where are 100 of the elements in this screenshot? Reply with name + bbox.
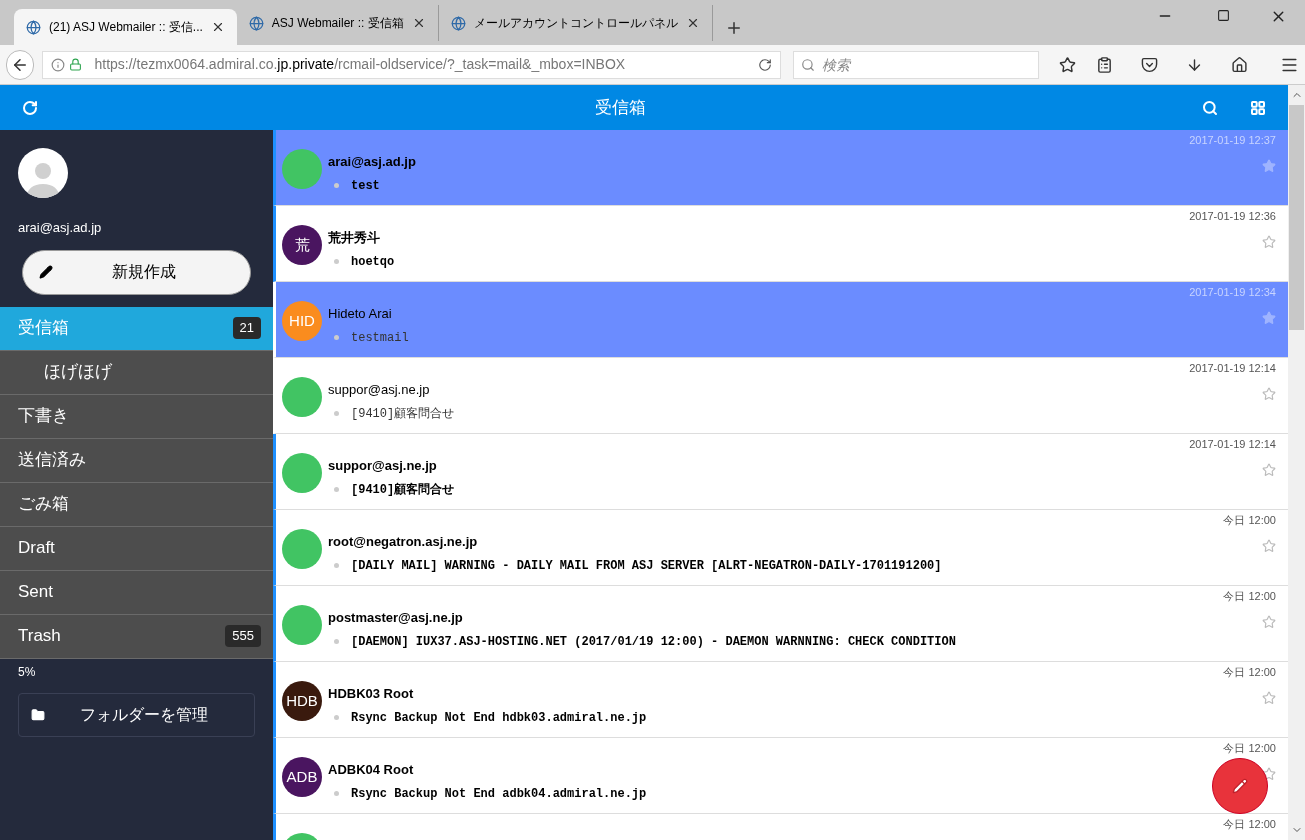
pencil-icon (1232, 778, 1248, 794)
bullet-icon (334, 563, 339, 568)
header-title: 受信箱 (593, 96, 647, 119)
avatar-initials: HID (289, 310, 315, 331)
folder-item[interactable]: ごみ箱 (0, 482, 273, 527)
globe-icon (26, 19, 41, 35)
manage-folders-button[interactable]: フォルダーを管理 (18, 692, 255, 737)
compose-button[interactable]: 新規作成 (22, 249, 251, 295)
quota-text: 5% (17, 663, 37, 681)
sender-name: suppor@asj.ne.jp (328, 381, 431, 399)
folder-name: 受信箱 (18, 317, 70, 340)
browser-tab[interactable]: (21) ASJ Webmailer :: 受信... (14, 9, 237, 45)
star-icon[interactable] (1262, 158, 1276, 173)
message-row[interactable]: ADB ADBK04 Root Rsync Backup Not End adbk04.admiral.ne.jp 今日 12:00 (273, 738, 1288, 814)
browser-tab[interactable]: ASJ Webmailer :: 受信箱 (236, 5, 439, 41)
message-time: 2017-01-19 12:37 (1189, 133, 1276, 148)
maximize-icon[interactable] (1217, 9, 1230, 22)
star-icon[interactable] (1262, 538, 1276, 553)
star-icon[interactable] (1262, 386, 1276, 401)
folder-item[interactable]: ほげほげ (0, 350, 273, 395)
star-icon[interactable] (1262, 462, 1276, 477)
message-time: 今日 12:00 (1223, 589, 1276, 604)
star-icon[interactable] (1262, 766, 1276, 781)
globe-icon (450, 15, 466, 31)
bullet-icon (334, 487, 339, 492)
folder-item[interactable]: 送信済み (0, 438, 273, 483)
sender-name: arai@asj.ad.jp (328, 153, 417, 171)
lock-icon (69, 58, 83, 71)
message-time: 今日 12:00 (1223, 817, 1276, 832)
message-row[interactable]: arai@asj.ad.jp test 2017-01-19 12:37 (273, 130, 1288, 206)
refresh-icon[interactable] (22, 99, 38, 116)
home-icon[interactable] (1231, 55, 1249, 74)
message-subject: Rsync Backup Not End hdbk03.admiral.ne.jp (351, 709, 647, 727)
search-icon (801, 57, 815, 72)
pocket-icon[interactable] (1141, 55, 1159, 74)
message-row[interactable]: suppor@asj.ne.jp [9410]顧客問合せ 2017-01-19 12:14 (273, 434, 1288, 510)
tab-title: (21) ASJ Webmailer :: 受信... (49, 19, 203, 36)
reading-list-icon[interactable] (1096, 55, 1113, 74)
bullet-icon (334, 715, 339, 720)
star-icon[interactable] (1262, 614, 1276, 629)
unread-count: 555 (225, 625, 261, 647)
folder-name: ほげほげ (44, 361, 113, 384)
bullet-icon (334, 259, 339, 264)
message-row[interactable]: HID Hideto Arai testmail 2017-01-19 12:34 (273, 282, 1288, 358)
message-time: 2017-01-19 12:14 (1189, 437, 1276, 452)
avatar (18, 148, 68, 198)
message-subject: test (351, 177, 380, 195)
folder-item[interactable]: 受信箱 21 (0, 306, 273, 351)
folder-item[interactable]: Draft (0, 526, 273, 571)
sender-name: HDBK03 Root (328, 685, 415, 703)
star-icon[interactable] (1262, 310, 1276, 325)
star-icon[interactable] (1262, 234, 1276, 249)
message-time: 2017-01-19 12:36 (1189, 209, 1276, 224)
address-bar[interactable]: https://tezmx0064.admiral.co.jp.private/rcmail-oldservice/?_task=mail&_mbox=INBOX (42, 50, 781, 79)
bullet-icon (334, 183, 339, 188)
sender-name: suppor@asj.ne.jp (328, 457, 438, 475)
message-subject: testmail (351, 329, 409, 347)
apps-grid-icon[interactable] (1250, 99, 1266, 116)
scrollbar-thumb[interactable] (1289, 105, 1304, 330)
tab-title: メールアカウントコントロールパネル (473, 15, 678, 32)
message-time: 2017-01-19 12:34 (1189, 285, 1276, 300)
search-field[interactable]: 検索 (793, 50, 1039, 79)
star-icon[interactable] (1262, 690, 1276, 705)
folder-name: 下書き (18, 405, 70, 428)
message-row[interactable]: root@negatron.asj.ne.jp [DAILY MAIL] WARNING - DAILY MAIL FROM ASJ SERVER [ALRT-NEGATRON-DAILY-1701191200] 今日 12:00 (273, 510, 1288, 586)
message-subject: [DAEMON] IUX37.ASJ-HOSTING.NET (2017/01/19 12:00) - DAEMON WARNNING: CHECK CONDITION (351, 633, 956, 651)
reload-icon[interactable] (758, 57, 772, 72)
bookmark-star-icon[interactable] (1059, 55, 1076, 74)
folder-name: 送信済み (18, 449, 87, 472)
folder-item[interactable]: Trash 555 (0, 614, 273, 659)
globe-icon (248, 15, 264, 31)
message-row[interactable]: postmaster@asj.ne.jp [DAEMON] IUX37.ASJ-HOSTING.NET (2017/01/19 12:00) - DAEMON WARNNING: CHECK CONDITION 今日 12:00 (273, 586, 1288, 662)
message-subject: [9410]顧客問合せ (351, 405, 455, 423)
browser-tab[interactable]: メールアカウントコントロールパネル (438, 5, 713, 41)
account-email: arai@asj.ad.jp (18, 219, 103, 237)
url-text: https://tezmx0064.admiral.co.jp.private/rcmail-oldservice/?_task=mail&_mbox=INBOX (94, 55, 627, 74)
bullet-icon (334, 411, 339, 416)
message-time: 2017-01-19 12:14 (1189, 361, 1276, 376)
message-row[interactable]: HDB HDBK03 Root Rsync Backup Not End hdbk03.admiral.ne.jp 今日 12:00 (273, 662, 1288, 738)
sender-name: root@negatron.asj.ne.jp (328, 533, 479, 551)
info-icon (51, 57, 66, 72)
search-icon[interactable] (1202, 99, 1218, 116)
avatar-initials: ADB (286, 766, 318, 787)
folder-name: Sent (18, 581, 54, 604)
message-time: 今日 12:00 (1223, 741, 1276, 756)
bullet-icon (334, 791, 339, 796)
message-subject: hoetqo (351, 253, 395, 271)
tab-title: ASJ Webmailer :: 受信箱 (271, 15, 404, 32)
message-row[interactable]: 荒 荒井秀斗 hoetqo 2017-01-19 12:36 (273, 206, 1288, 282)
folder-name: Draft (18, 537, 56, 560)
sender-name: ADBK04 Root (328, 761, 415, 779)
sender-name: Hideto Arai (328, 305, 393, 323)
message-subject: [9410]顧客問合せ (351, 481, 455, 499)
folder-name: Trash (18, 625, 62, 648)
folder-icon (31, 707, 45, 722)
unread-count: 21 (232, 317, 261, 339)
message-time: 今日 12:00 (1223, 665, 1276, 680)
folder-item[interactable]: 下書き (0, 394, 273, 439)
back-button[interactable] (6, 49, 35, 80)
folder-item[interactable]: Sent (0, 570, 273, 615)
